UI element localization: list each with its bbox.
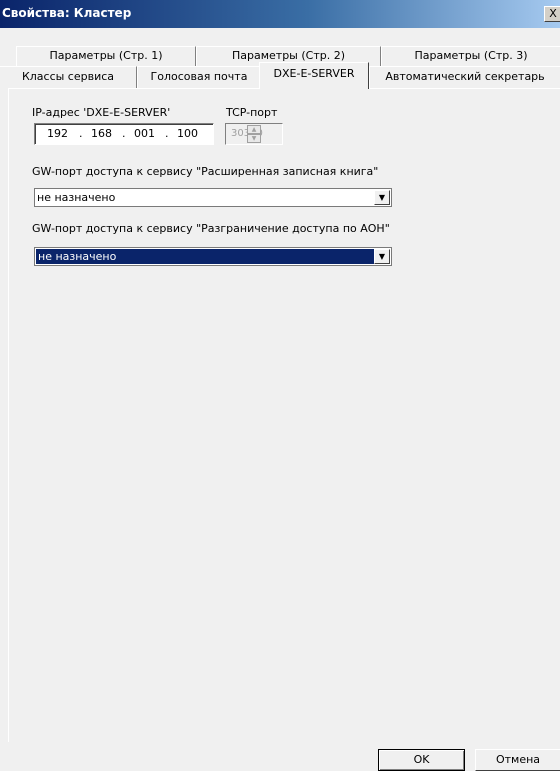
ok-button[interactable]: OK [378,749,465,771]
tab-label: Автоматический секретарь [385,70,545,83]
tab-service-classes[interactable]: Классы сервиса [0,66,137,88]
window-title: Свойства: Кластер [2,6,132,20]
ok-button-label: OK [413,753,430,766]
spin-up-icon[interactable]: ▲ [247,125,261,134]
gw-address-book-value: не назначено [37,191,116,204]
gw-aon-select[interactable]: не назначено ▼ [34,247,392,266]
gw-aon-label: GW-порт доступа к сервису "Разграничение… [32,222,390,235]
tab-params-page-3[interactable]: Параметры (Стр. 3) [381,46,560,66]
ip-address-label: IP-адрес 'DXE-E-SERVER' [32,106,171,119]
tab-dxe-e-server[interactable]: DXE-E-SERVER [259,62,369,89]
cancel-button-label: Отмена [495,753,541,766]
tab-label: Параметры (Стр. 1) [49,49,163,62]
spin-down-icon[interactable]: ▼ [247,134,261,143]
tab-label: Голосовая почта [150,70,248,83]
chevron-down-icon[interactable]: ▼ [374,190,390,205]
tab-params-page-1[interactable]: Параметры (Стр. 1) [16,46,196,66]
ip-octet-4[interactable]: 100 [177,127,198,140]
close-icon: X [549,7,557,20]
gw-address-book-select[interactable]: не назначено ▼ [34,188,392,207]
gw-aon-value: не назначено [36,249,374,264]
cancel-button[interactable]: Отмена [475,749,560,771]
ip-octet-1[interactable]: 192 [47,127,68,140]
tab-panel-dxe-e-server [8,88,560,742]
tab-label: Параметры (Стр. 2) [231,49,346,62]
ip-separator: . [165,127,169,140]
ip-octet-3[interactable]: 001 [134,127,155,140]
ip-separator: . [122,127,126,140]
tab-auto-attendant[interactable]: Автоматический секретарь [369,66,560,88]
ip-separator: . [79,127,83,140]
chevron-down-icon[interactable]: ▼ [374,249,390,264]
tab-label: DXE-E-SERVER [273,67,355,80]
tab-label: Параметры (Стр. 3) [414,49,528,62]
tab-label: Классы сервиса [21,70,115,83]
tcp-port-label: TCP-порт [226,106,278,119]
tab-voice-mail[interactable]: Голосовая почта [137,66,261,88]
ip-octet-2[interactable]: 168 [91,127,112,140]
gw-address-book-label: GW-порт доступа к сервису "Расширенная з… [32,165,379,178]
properties-window: Свойства: Кластер X Параметры (Стр. 1) П… [0,0,560,771]
ip-address-input[interactable]: 192 . 168 . 001 . 100 [34,123,214,145]
close-button[interactable]: X [544,6,560,22]
title-bar[interactable]: Свойства: Кластер X [0,0,560,28]
